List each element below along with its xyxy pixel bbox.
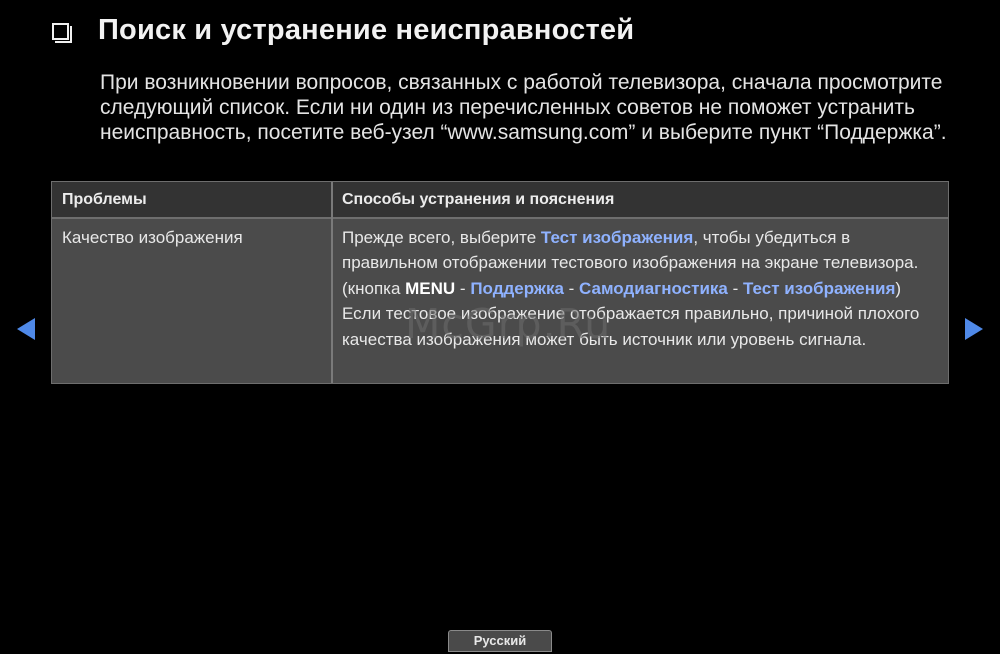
link-picture-test-2: Тест изображения	[742, 278, 896, 298]
checkbox-icon	[52, 23, 69, 40]
column-divider	[331, 182, 333, 383]
separator-2: -	[563, 278, 580, 298]
page-title: Поиск и устранение неисправностей	[98, 14, 635, 46]
menu-key-label: MENU	[405, 278, 456, 298]
header-solutions: Способы устранения и пояснения	[342, 191, 615, 208]
intro-text: При возникновении вопросов, связанных с …	[100, 71, 947, 144]
table-cell-solution: Прежде всего, выберите Тест изображения,…	[342, 225, 942, 352]
arrow-left-icon[interactable]	[17, 318, 35, 340]
link-self-diagnosis: Самодиагностика	[579, 278, 728, 298]
troubleshooting-table: Проблемы Способы устранения и пояснения …	[51, 181, 949, 384]
separator-1: -	[455, 278, 471, 298]
title-row: Поиск и устранение неисправностей	[52, 14, 634, 47]
header-problems: Проблемы	[62, 191, 147, 208]
table-header: Проблемы Способы устранения и пояснения	[52, 182, 948, 219]
language-badge: Русский	[448, 630, 552, 652]
link-picture-test: Тест изображения	[540, 228, 694, 247]
link-support: Поддержка	[470, 278, 564, 298]
arrow-right-icon[interactable]	[965, 318, 983, 340]
separator-3: -	[727, 278, 743, 298]
table-cell-problem: Качество изображения	[62, 228, 243, 247]
solution-text-1: Прежде всего, выберите	[342, 228, 541, 247]
